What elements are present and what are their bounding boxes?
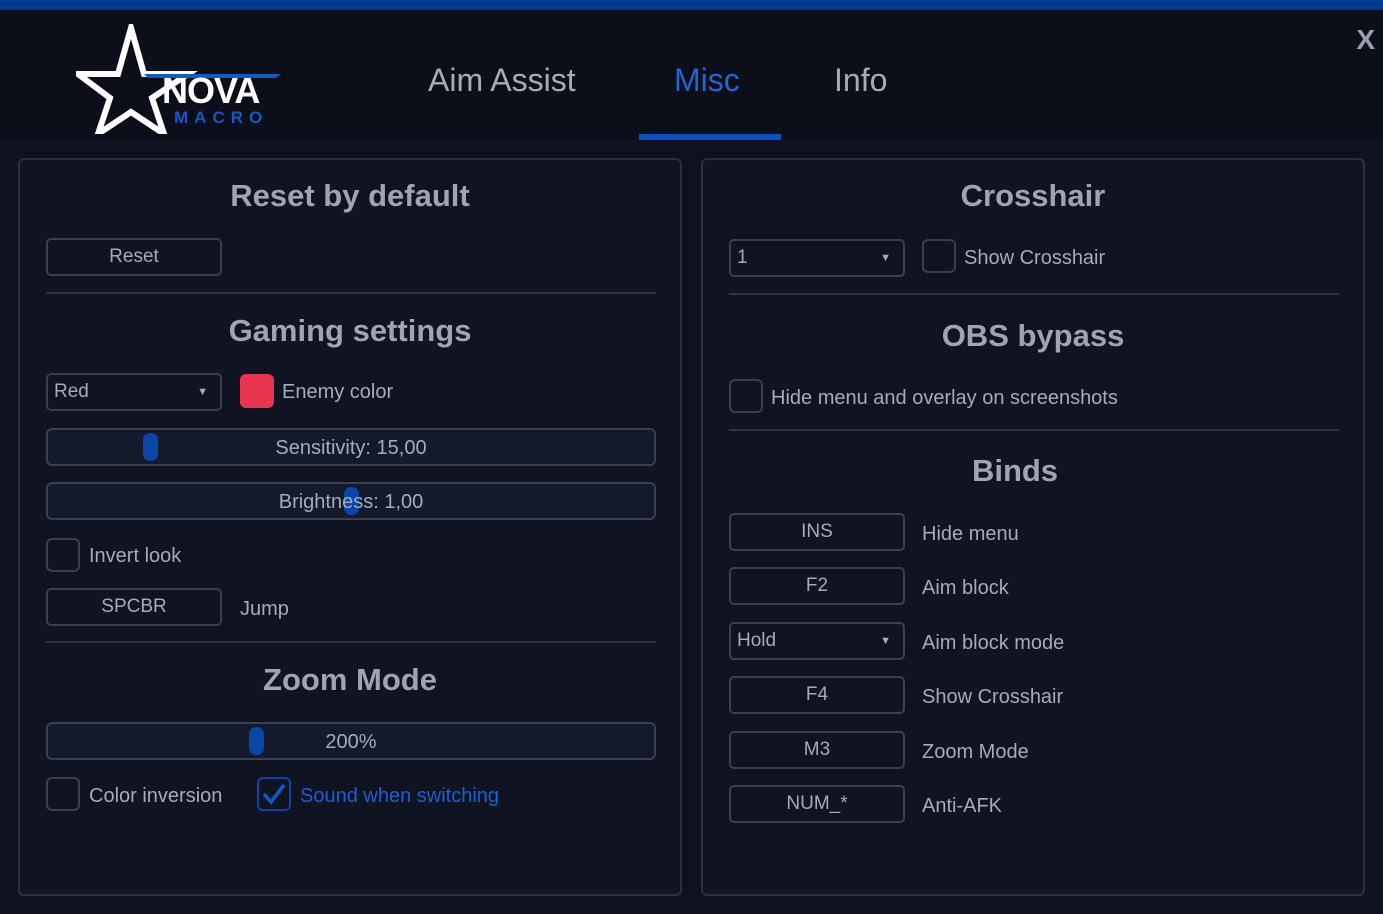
select-value: 1	[737, 247, 748, 268]
tab-aim-assist[interactable]: Aim Assist	[428, 62, 576, 99]
hide-overlay-checkbox[interactable]	[729, 379, 763, 413]
left-panel: Reset by default Reset Gaming settings R…	[18, 158, 682, 896]
show-crosshair-label: Show Crosshair	[964, 247, 1106, 269]
hide-overlay-label: Hide menu and overlay on screenshots	[771, 387, 1118, 409]
enemy-color-select[interactable]: Red ▼	[46, 373, 222, 411]
binds-title: Binds	[971, 453, 1059, 488]
logo: NOVA MACRO	[69, 16, 286, 142]
bind-key-button[interactable]: NUM_*	[729, 785, 905, 823]
bind-label: Aim block	[922, 577, 1009, 600]
select-value: Hold	[737, 629, 777, 651]
active-tab-indicator	[639, 134, 781, 140]
dropdown-arrow-icon: ▼	[880, 252, 891, 264]
color-inversion-label: Color inversion	[89, 785, 223, 807]
enemy-color-label: Enemy color	[282, 381, 394, 403]
jump-label: Jump	[240, 598, 289, 620]
slider-label: 200%	[325, 731, 377, 753]
invert-look-label: Invert look	[89, 545, 182, 567]
bind-label: Anti-AFK	[922, 795, 1003, 817]
close-button[interactable]: X	[1356, 24, 1375, 56]
gaming-title: Gaming settings	[228, 313, 472, 348]
divider	[46, 641, 656, 643]
color-inversion-checkbox[interactable]	[46, 777, 80, 811]
divider	[729, 429, 1339, 431]
aim-block-mode-select[interactable]: Hold ▼	[729, 621, 905, 660]
tab-info[interactable]: Info	[834, 62, 887, 99]
slider-label: Brightness: 1,00	[278, 491, 424, 513]
divider	[46, 292, 656, 294]
bind-label: Zoom Mode	[922, 740, 1029, 763]
reset-button[interactable]: Reset	[46, 238, 222, 276]
checkmark-icon	[262, 783, 286, 805]
select-value: Red	[54, 381, 89, 402]
brightness-slider[interactable]: Brightness: 1,00	[46, 482, 656, 520]
obs-title: OBS bypass	[941, 318, 1125, 353]
bind-key-button[interactable]: INS	[729, 513, 905, 551]
bind-key-button[interactable]: F2	[729, 567, 905, 606]
sensitivity-slider[interactable]: Sensitivity: 15,00	[46, 428, 656, 466]
reset-title: Reset by default	[230, 178, 470, 213]
bind-label: Show Crosshair	[922, 686, 1064, 709]
bind-label: Aim block mode	[922, 631, 1065, 654]
enemy-color-swatch[interactable]	[240, 374, 274, 408]
bind-key-button[interactable]: F4	[729, 676, 905, 715]
sound-switching-label: Sound when switching	[300, 785, 500, 807]
slider-label: Sensitivity: 15,00	[275, 437, 427, 459]
crosshair-title: Crosshair	[960, 178, 1106, 213]
logo-word: NOVA	[162, 70, 260, 111]
jump-key-button[interactable]: SPCBR	[46, 588, 222, 626]
divider	[729, 293, 1339, 295]
dropdown-arrow-icon: ▼	[880, 634, 891, 647]
show-crosshair-checkbox[interactable]	[922, 239, 956, 273]
right-panel: Crosshair 1 ▼ Show Crosshair OBS bypass H…	[701, 158, 1365, 896]
dropdown-arrow-icon: ▼	[197, 386, 208, 398]
sound-switching-checkbox[interactable]	[257, 777, 291, 811]
top-accent-bar	[0, 0, 1383, 10]
tab-misc[interactable]: Misc	[674, 62, 740, 99]
header: NOVA MACRO X Aim Assist Misc Info	[0, 10, 1383, 142]
bind-key-button[interactable]: M3	[729, 730, 905, 769]
crosshair-select[interactable]: 1 ▼	[729, 239, 905, 277]
bind-label: Hide menu	[922, 523, 1019, 545]
zoom-title: Zoom Mode	[263, 662, 437, 697]
zoom-slider[interactable]: 200%	[46, 722, 656, 760]
logo-sub: MACRO	[174, 108, 269, 127]
invert-look-checkbox[interactable]	[46, 538, 80, 572]
